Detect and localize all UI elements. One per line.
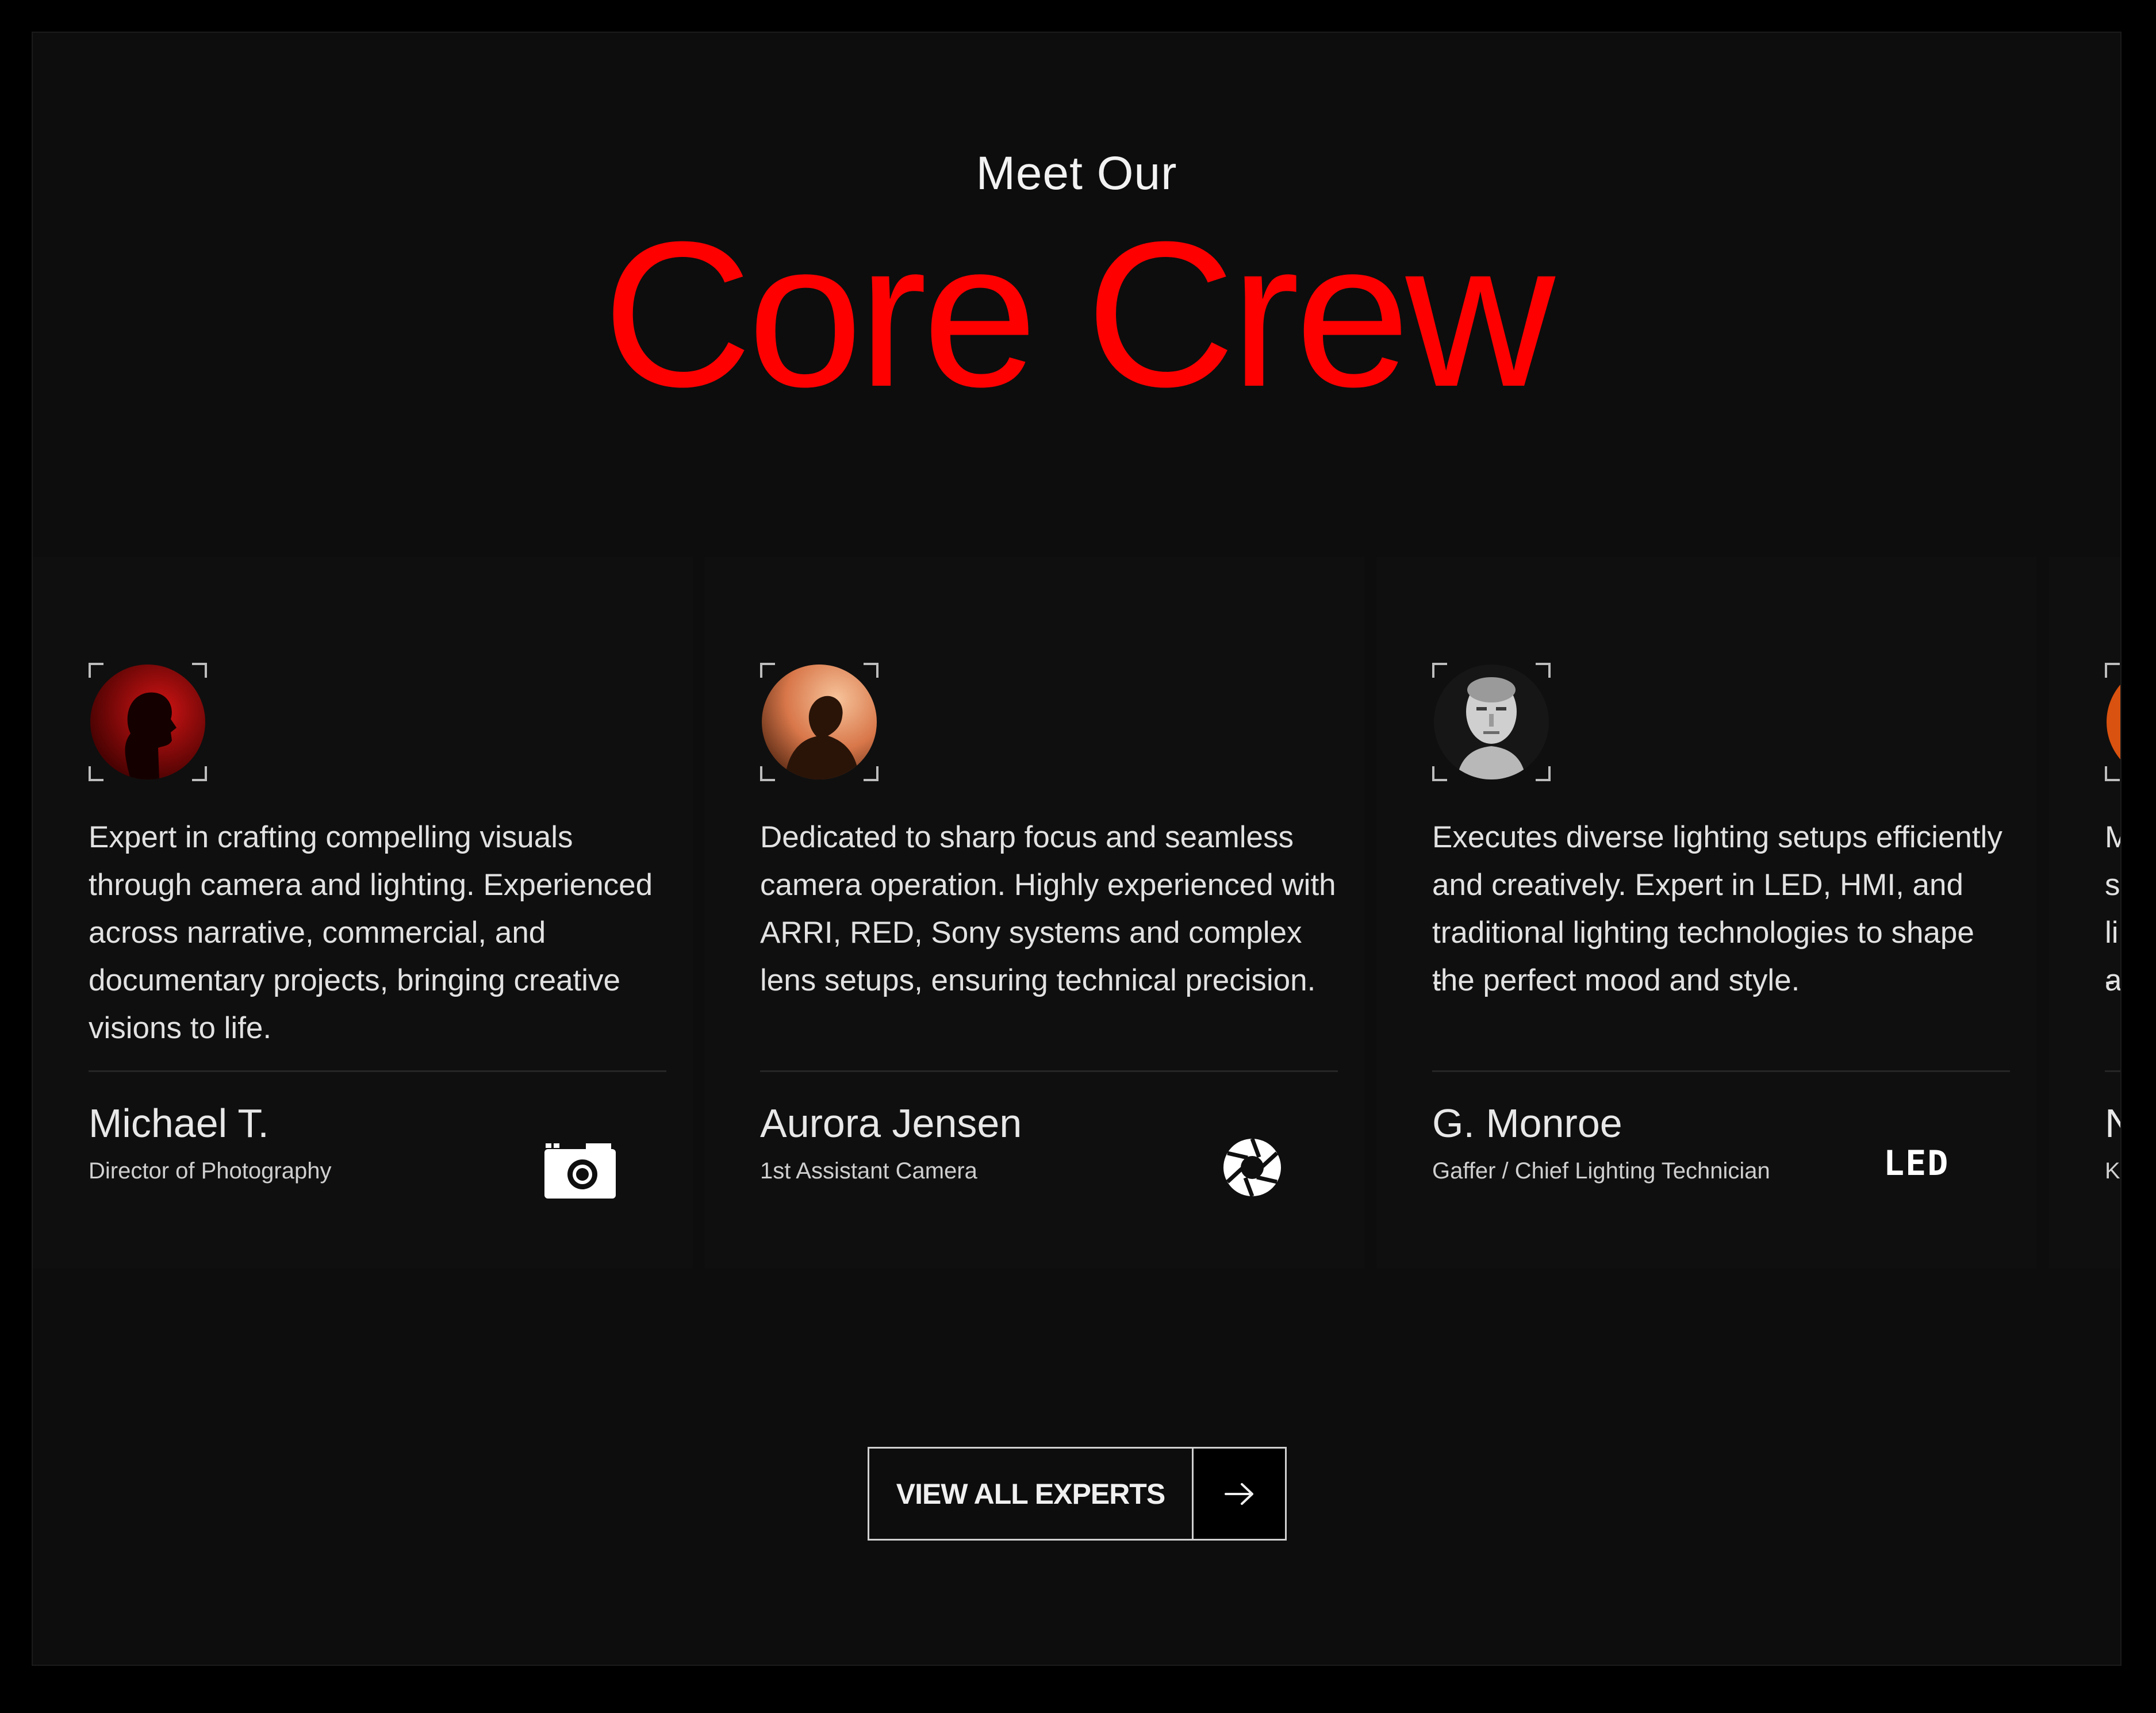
view-all-experts-button[interactable]: VIEW ALL EXPERTS: [868, 1447, 1287, 1541]
crew-section: Meet Our Core Crew Expert in crafting co…: [32, 32, 2122, 1666]
crew-bio: Dedicated to sharp focus and seamless ca…: [760, 820, 1336, 997]
crew-role: 1st Assistant Camera: [760, 1158, 977, 1184]
crew-role: Director of Photography: [89, 1158, 332, 1184]
divider: [2105, 1070, 2120, 1072]
crew-role: K: [2105, 1158, 2120, 1184]
divider: [760, 1070, 1338, 1072]
avatar: [2105, 663, 2120, 781]
crew-role: Gaffer / Chief Lighting Technician: [1432, 1158, 1770, 1184]
crew-card[interactable]: M s li a - N K: [2049, 557, 2120, 1269]
crew-bio-extra: -: [1432, 964, 1443, 998]
led-icon-text: LED: [1883, 1143, 1950, 1184]
orange-profile-avatar: [762, 665, 877, 779]
red-silhouette-avatar: [90, 665, 205, 779]
crew-carousel[interactable]: Expert in crafting compelling visuals th…: [33, 557, 2120, 1304]
arrow-right-icon: [1194, 1449, 1285, 1539]
crew-bio-extra: -: [2105, 964, 2115, 998]
avatar: [760, 663, 878, 781]
divider: [1432, 1070, 2010, 1072]
divider: [89, 1070, 666, 1072]
crew-card[interactable]: Dedicated to sharp focus and seamless ca…: [704, 557, 1364, 1269]
section-kicker: Meet Our: [976, 147, 1177, 199]
crew-name: G. Monroe: [1432, 1101, 1622, 1146]
crew-name: N: [2105, 1099, 2120, 1148]
camera-icon: [533, 1132, 619, 1201]
section-title: Core Crew: [603, 199, 1555, 430]
crew-card[interactable]: Expert in crafting compelling visuals th…: [33, 557, 693, 1269]
crew-name: Aurora Jensen: [760, 1101, 1022, 1146]
avatar: [1432, 663, 1551, 781]
orange-avatar: [2107, 665, 2120, 779]
avatar: [89, 663, 207, 781]
led-icon: LED: [1877, 1132, 1963, 1201]
monochrome-portrait-avatar: [1434, 665, 1549, 779]
crew-bio: Expert in crafting compelling visuals th…: [89, 820, 653, 1045]
crew-name: Michael T.: [89, 1101, 269, 1146]
view-all-experts-label: VIEW ALL EXPERTS: [869, 1449, 1194, 1539]
crew-bio: Executes diverse lighting setups efficie…: [1432, 820, 2002, 997]
aperture-icon: [1204, 1132, 1291, 1201]
crew-card[interactable]: Executes diverse lighting setups efficie…: [1376, 557, 2036, 1269]
